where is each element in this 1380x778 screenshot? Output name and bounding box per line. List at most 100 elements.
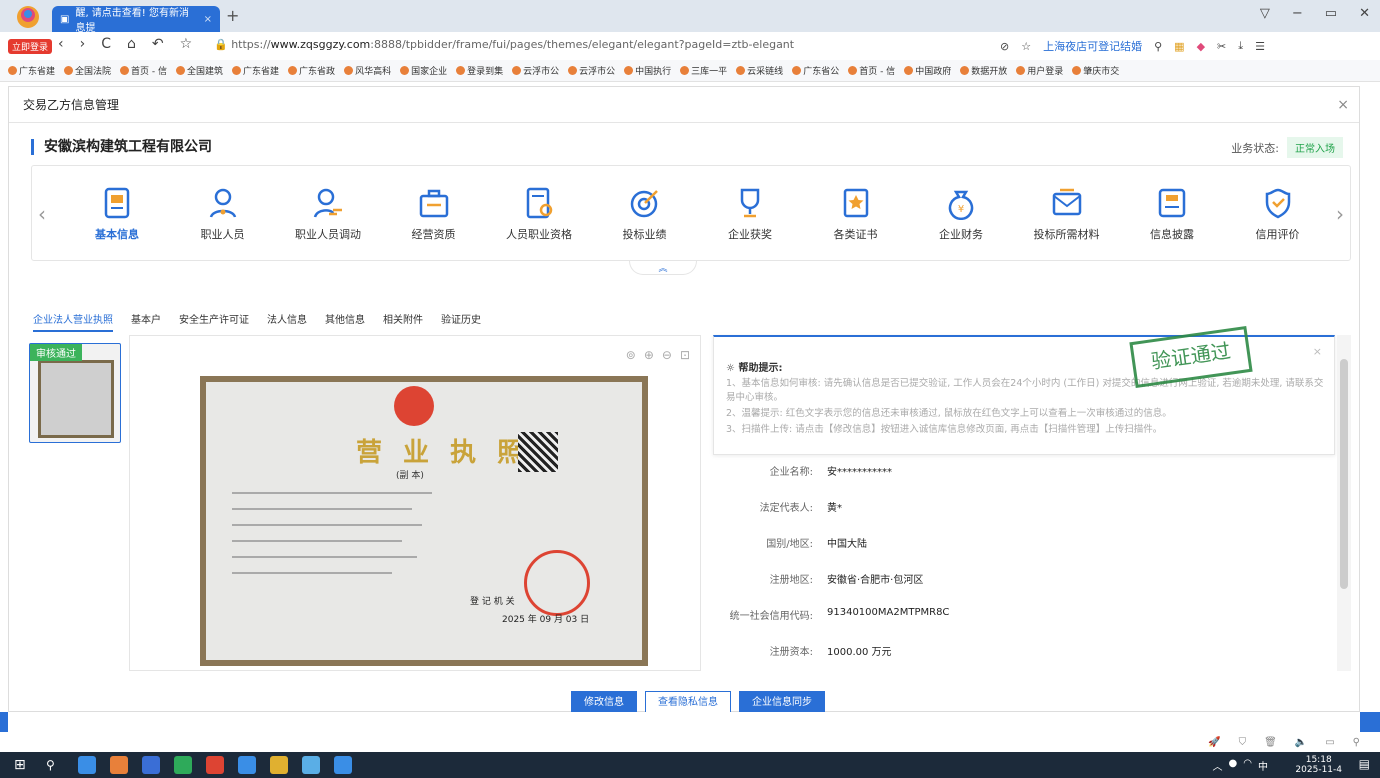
bookmark-item[interactable]: 广东省公 (792, 64, 839, 77)
bookmark-item[interactable]: 广东省政 (288, 64, 335, 77)
url-field[interactable]: 🔒 https://www.zqsggzy.com:8888/tpbidder/… (214, 38, 794, 51)
shield-icon[interactable]: ⛉ (1239, 737, 1247, 748)
game-icon[interactable]: ◆ (1197, 40, 1205, 53)
tool-task-icon[interactable] (302, 756, 320, 774)
tray-app-icon[interactable]: ● (1229, 758, 1238, 773)
chevron-right-icon[interactable]: › (1336, 202, 1344, 226)
subtab-1[interactable]: 基本户 (131, 311, 161, 332)
bookmark-item[interactable]: 风华高科 (344, 64, 391, 77)
windows-start-icon[interactable]: ⊞ (14, 756, 32, 774)
bookmark-item[interactable]: 数据开放 (960, 64, 1007, 77)
category-item-1[interactable]: 职业人员 (178, 186, 268, 242)
bookmark-item[interactable]: 首页 - 信 (848, 64, 895, 77)
bookmark-item[interactable]: 广东省建 (8, 64, 55, 77)
bookmark-star-icon[interactable]: ☆ (180, 36, 193, 52)
edit-task-icon[interactable] (334, 756, 352, 774)
forward-icon[interactable]: › (80, 36, 86, 52)
bookmark-item[interactable]: 中国执行 (624, 64, 671, 77)
category-item-2[interactable]: 职业人员调动 (283, 186, 373, 242)
bookmark-item[interactable]: 云浮市公 (568, 64, 615, 77)
tray-ime[interactable]: 中 (1258, 758, 1268, 773)
scrollbar[interactable] (1337, 335, 1351, 671)
category-item-7[interactable]: 各类证书 (811, 186, 901, 242)
bookmark-item[interactable]: 肇庆市交 (1072, 64, 1119, 77)
subtab-2[interactable]: 安全生产许可证 (179, 311, 249, 332)
apps-icon[interactable]: ▦ (1174, 40, 1184, 53)
trash-icon[interactable]: 🗑 (1264, 737, 1277, 748)
license-thumbnail[interactable]: 审核通过 (29, 343, 121, 443)
chat-task-icon[interactable] (174, 756, 192, 774)
bookmark-item[interactable]: 云浮市公 (512, 64, 559, 77)
browser-tab-active[interactable]: ▣ 醒, 请点击查看! 您有新消息提 × (52, 6, 220, 34)
category-item-6[interactable]: 企业获奖 (705, 186, 795, 242)
subtab-0[interactable]: 企业法人营业执照 (33, 311, 113, 332)
doc-task-icon[interactable] (238, 756, 256, 774)
bookmark-item[interactable]: 登录到集 (456, 64, 503, 77)
cert-issuer: 登 记 机 关 (470, 597, 515, 607)
refresh-icon[interactable]: C (101, 36, 111, 52)
category-item-5[interactable]: 投标业绩 (600, 186, 690, 242)
menu-icon[interactable]: ☰ (1255, 40, 1265, 53)
bookmark-item[interactable]: 首页 - 信 (120, 64, 167, 77)
category-item-0[interactable]: 基本信息 (72, 186, 162, 242)
dialog-close-icon[interactable]: × (1337, 97, 1349, 113)
download-icon[interactable]: ⤓ (1238, 39, 1243, 53)
folder-task-icon[interactable] (270, 756, 288, 774)
wps-task-icon[interactable] (206, 756, 224, 774)
reader-icon[interactable]: ⊘ (1000, 40, 1009, 53)
category-item-8[interactable]: ¥ 企业财务 (916, 186, 1006, 242)
bookmark-item[interactable]: 全国建筑 (176, 64, 223, 77)
help-close-icon[interactable]: × (1313, 345, 1322, 358)
subtab-3[interactable]: 法人信息 (267, 311, 307, 332)
window-close-icon[interactable]: ✕ (1359, 6, 1370, 21)
bookmark-item[interactable]: 云采链线 (736, 64, 783, 77)
ie-icon[interactable] (78, 756, 96, 774)
bookmark-item[interactable]: 三库一平 (680, 64, 727, 77)
maximize-icon[interactable]: ▭ (1325, 6, 1337, 21)
favorite-icon[interactable]: ☆ (1021, 40, 1031, 53)
bookmark-item[interactable]: 中国政府 (904, 64, 951, 77)
scrollbar-thumb[interactable] (1340, 359, 1348, 589)
fit-icon[interactable]: ⊡ (680, 348, 690, 362)
zoom-out-icon[interactable]: ⊖ (662, 348, 672, 362)
subtab-4[interactable]: 其他信息 (325, 311, 365, 332)
window-icon[interactable]: ▭ (1325, 737, 1334, 748)
new-tab-button[interactable]: + (226, 6, 239, 25)
task-search-icon[interactable]: ⚲ (46, 756, 64, 774)
chevron-left-icon[interactable]: ‹ (38, 202, 46, 226)
notification-icon[interactable]: ▤ (1359, 757, 1370, 771)
tray-up-icon[interactable]: ︿ (1213, 758, 1223, 773)
subtab-5[interactable]: 相关附件 (383, 311, 423, 332)
bookmark-item[interactable]: 国家企业 (400, 64, 447, 77)
category-item-9[interactable]: 投标所需材料 (1022, 186, 1112, 242)
bookmark-item[interactable]: 全国法院 (64, 64, 111, 77)
app-task-icon[interactable] (142, 756, 160, 774)
collapse-toggle-icon[interactable]: ︽ (629, 261, 697, 275)
category-item-3[interactable]: 经营资质 (389, 186, 479, 242)
zoom-in-icon[interactable]: ⊕ (644, 348, 654, 362)
category-item-11[interactable]: 信用评价 (1233, 186, 1323, 242)
rocket-icon[interactable]: 🚀 (1208, 737, 1220, 748)
browser-task-icon[interactable] (110, 756, 128, 774)
taskbar-clock[interactable]: 15:18 2025-11-4 (1295, 755, 1342, 775)
category-item-4[interactable]: 人员职业资格 (494, 186, 584, 242)
tab-close-icon[interactable]: × (204, 14, 212, 25)
search-hint-link[interactable]: 上海夜店可登记结婚 (1043, 38, 1142, 54)
bookmark-label: 首页 - 信 (859, 67, 896, 77)
undo-icon[interactable]: ↶ (152, 36, 164, 52)
login-badge[interactable]: 立即登录 (8, 39, 53, 54)
tray-wifi-icon[interactable]: ◠ (1243, 758, 1252, 773)
search-icon[interactable]: ⚲ (1154, 40, 1162, 53)
cut-icon[interactable]: ✂ (1217, 40, 1226, 53)
category-item-10[interactable]: 信息披露 (1127, 186, 1217, 242)
back-icon[interactable]: ‹ (58, 36, 64, 52)
home-icon[interactable]: ⌂ (127, 36, 136, 52)
speaker-icon[interactable]: 🔈 (1295, 737, 1307, 748)
rotate-icon[interactable]: ⊚ (626, 348, 636, 362)
bookmark-item[interactable]: 用户登录 (1016, 64, 1063, 77)
tab-list-icon[interactable]: ▽ (1260, 6, 1270, 21)
subtab-6[interactable]: 验证历史 (441, 311, 481, 332)
minimize-icon[interactable]: − (1292, 6, 1303, 21)
zoom-icon[interactable]: ⚲ (1353, 737, 1360, 748)
bookmark-item[interactable]: 广东省建 (232, 64, 279, 77)
